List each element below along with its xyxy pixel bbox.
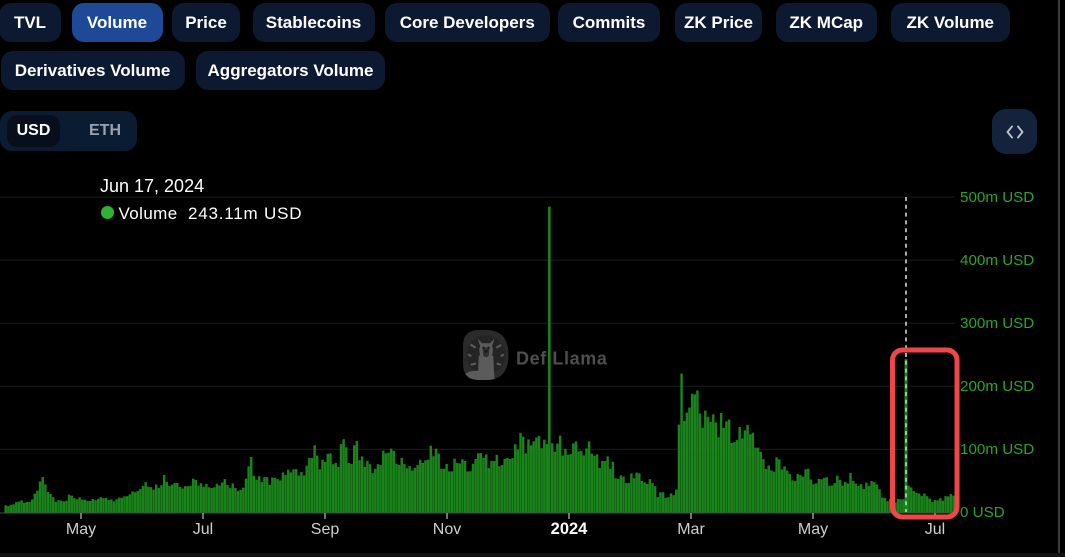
svg-text:500m USD: 500m USD bbox=[960, 189, 1034, 206]
svg-text:Jul: Jul bbox=[193, 521, 213, 538]
svg-text:2024: 2024 bbox=[551, 520, 589, 538]
svg-text:May: May bbox=[798, 521, 828, 538]
svg-text:300m USD: 300m USD bbox=[960, 315, 1034, 332]
svg-text:0 USD: 0 USD bbox=[960, 504, 1005, 521]
svg-text:400m USD: 400m USD bbox=[960, 252, 1034, 269]
svg-text:Nov: Nov bbox=[433, 521, 461, 538]
svg-text:May: May bbox=[66, 521, 96, 538]
svg-text:100m USD: 100m USD bbox=[960, 441, 1034, 458]
svg-text:200m USD: 200m USD bbox=[960, 378, 1034, 395]
svg-text:Sep: Sep bbox=[311, 521, 340, 538]
svg-text:DefiLlama: DefiLlama bbox=[516, 349, 608, 369]
svg-text:Mar: Mar bbox=[677, 521, 705, 538]
svg-text:Jul: Jul bbox=[925, 521, 945, 538]
